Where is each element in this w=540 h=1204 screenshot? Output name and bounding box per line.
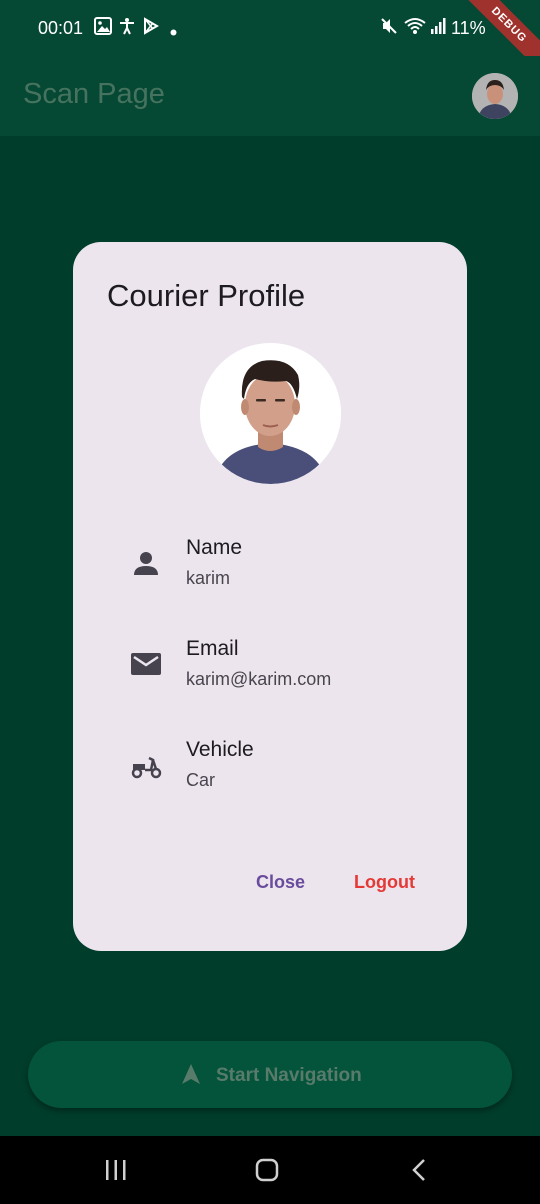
- back-icon[interactable]: [408, 1158, 432, 1187]
- signal-icon: [430, 17, 446, 40]
- start-navigation-button[interactable]: Start Navigation: [28, 1041, 512, 1108]
- logout-button[interactable]: Logout: [354, 872, 415, 893]
- vehicle-label: Vehicle: [186, 738, 254, 761]
- name-value: karim: [186, 568, 230, 588]
- name-row: Name karim: [73, 536, 467, 596]
- user-photo-icon: [472, 73, 518, 119]
- status-time: 00:01: [38, 18, 84, 38]
- app-bar: Scan Page: [0, 56, 540, 136]
- dialog-title: Courier Profile: [107, 278, 306, 313]
- person-icon: [129, 546, 163, 580]
- email-row: Email karim@karim.com: [73, 637, 467, 697]
- dot-icon: [170, 23, 177, 41]
- email-icon: [129, 647, 163, 681]
- scooter-icon: [129, 748, 163, 782]
- email-label: Email: [186, 637, 239, 660]
- home-icon[interactable]: [255, 1158, 279, 1187]
- vehicle-value: Car: [186, 770, 216, 790]
- wifi-icon: [404, 17, 426, 40]
- start-navigation-label: Start Navigation: [216, 1065, 362, 1086]
- email-value: karim@karim.com: [186, 669, 332, 689]
- courier-profile-dialog: Courier Profile Name karim Email karim@k…: [73, 242, 467, 951]
- system-navigation-bar: [0, 1136, 540, 1204]
- courier-photo-icon: [200, 343, 341, 484]
- battery-level: 11%: [451, 18, 486, 38]
- navigation-arrow-icon: [180, 1063, 202, 1085]
- accessibility-icon: [118, 17, 136, 40]
- page-title: Scan Page: [23, 78, 165, 110]
- close-button[interactable]: Close: [256, 872, 305, 893]
- vehicle-row: Vehicle Car: [73, 738, 467, 798]
- image-icon: [94, 17, 112, 40]
- status-bar: 00:01 11% DEBUG: [0, 0, 540, 79]
- mute-icon: [380, 17, 398, 40]
- recent-apps-icon[interactable]: [104, 1158, 128, 1187]
- avatar[interactable]: [472, 73, 518, 119]
- profile-photo: [200, 343, 341, 484]
- play-store-icon: [142, 17, 160, 40]
- name-label: Name: [186, 536, 243, 559]
